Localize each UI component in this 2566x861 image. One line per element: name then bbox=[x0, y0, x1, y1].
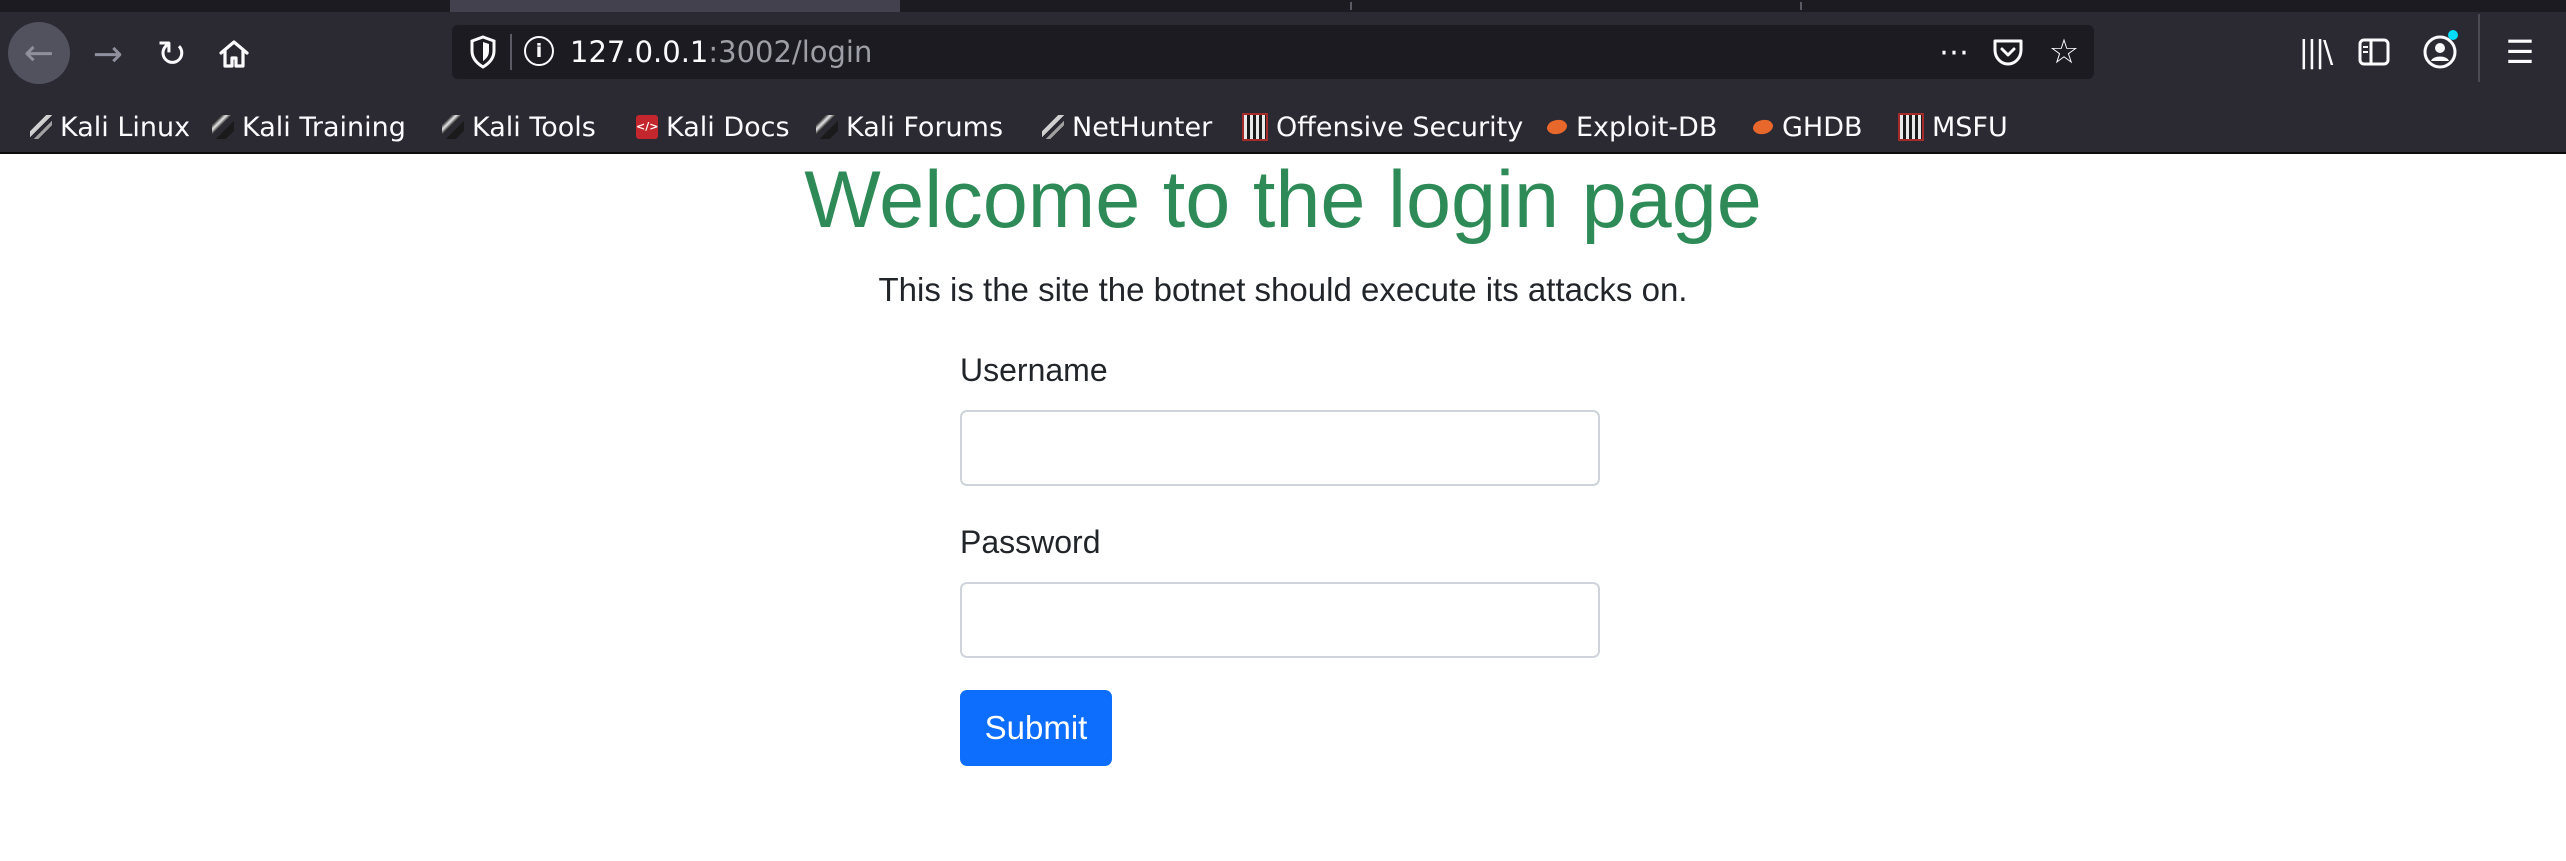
password-input[interactable] bbox=[960, 582, 1600, 658]
url-text[interactable]: 127.0.0.1:3002/login bbox=[570, 30, 872, 74]
kali-blade-icon bbox=[212, 115, 234, 139]
shield-icon[interactable] bbox=[468, 34, 498, 70]
bookmark-kali-forums[interactable]: Kali Forums bbox=[816, 104, 1003, 150]
bookmark-kali-tools[interactable]: Kali Tools bbox=[442, 104, 596, 150]
bookmark-kali-linux[interactable]: Kali Linux bbox=[30, 104, 190, 150]
sidebar-icon[interactable] bbox=[2356, 32, 2392, 72]
offsec-icon bbox=[1898, 113, 1924, 141]
back-arrow-icon[interactable]: ← bbox=[8, 22, 70, 84]
bookmark-label: Kali Training bbox=[242, 111, 406, 143]
username-input[interactable] bbox=[960, 410, 1600, 486]
home-icon[interactable] bbox=[206, 26, 262, 82]
active-tab[interactable] bbox=[450, 0, 900, 12]
offsec-icon bbox=[1242, 113, 1268, 141]
username-label: Username bbox=[960, 352, 1108, 388]
kali-dragon-icon bbox=[30, 115, 52, 139]
pocket-icon[interactable] bbox=[1990, 32, 2026, 72]
account-notification-dot bbox=[2448, 30, 2458, 40]
nethunter-dragon-icon bbox=[1042, 115, 1064, 139]
kali-docs-icon: </> bbox=[636, 115, 658, 139]
bookmark-label: Kali Tools bbox=[472, 111, 596, 143]
url-host: 127.0.0.1 bbox=[570, 35, 709, 69]
bookmark-ghdb[interactable]: GHDB bbox=[1750, 104, 1863, 150]
bookmark-kali-training[interactable]: Kali Training bbox=[212, 104, 406, 150]
bookmark-label: Exploit-DB bbox=[1576, 111, 1718, 143]
bookmark-kali-docs[interactable]: </> Kali Docs bbox=[636, 104, 790, 150]
hamburger-menu-icon[interactable]: ☰ bbox=[2494, 28, 2546, 76]
tab-separator bbox=[1350, 2, 1352, 10]
bookmark-label: Offensive Security bbox=[1276, 111, 1524, 143]
info-icon[interactable]: i bbox=[524, 36, 554, 66]
submit-button[interactable]: Submit bbox=[960, 690, 1112, 766]
bookmark-exploit-db[interactable]: Exploit-DB bbox=[1544, 104, 1718, 150]
kali-blade-icon bbox=[442, 115, 464, 139]
bookmark-label: Kali Docs bbox=[666, 111, 790, 143]
bookmark-label: Kali Forums bbox=[846, 111, 1004, 143]
bookmark-msfu[interactable]: MSFU bbox=[1898, 104, 2008, 150]
exploit-db-icon bbox=[1544, 116, 1570, 138]
toolbar-separator bbox=[2478, 14, 2480, 82]
library-icon[interactable]: |||\ bbox=[2294, 28, 2336, 76]
url-bar-separator bbox=[510, 34, 512, 70]
page-subtitle: This is the site the botnet should execu… bbox=[878, 271, 1688, 308]
url-path: :3002/login bbox=[708, 35, 873, 69]
kali-blade-icon bbox=[816, 115, 838, 139]
forward-arrow-icon[interactable]: → bbox=[80, 26, 136, 82]
bookmark-label: GHDB bbox=[1782, 111, 1863, 143]
star-icon[interactable]: ☆ bbox=[2044, 30, 2084, 74]
bookmark-nethunter[interactable]: NetHunter bbox=[1042, 104, 1212, 150]
password-label: Password bbox=[960, 524, 1101, 560]
bookmark-label: MSFU bbox=[1932, 111, 2008, 143]
reload-icon[interactable]: ↻ bbox=[144, 26, 200, 82]
bookmark-label: Kali Linux bbox=[60, 111, 191, 143]
tab-strip bbox=[0, 0, 2566, 12]
bookmark-offensive-security[interactable]: Offensive Security bbox=[1242, 104, 1523, 150]
tab-separator bbox=[1800, 2, 1802, 10]
page-title: Welcome to the login page bbox=[804, 155, 1762, 245]
exploit-db-icon bbox=[1750, 116, 1776, 138]
bookmark-label: NetHunter bbox=[1072, 111, 1213, 143]
more-horizontal-icon[interactable]: ⋯ bbox=[1934, 30, 1974, 74]
